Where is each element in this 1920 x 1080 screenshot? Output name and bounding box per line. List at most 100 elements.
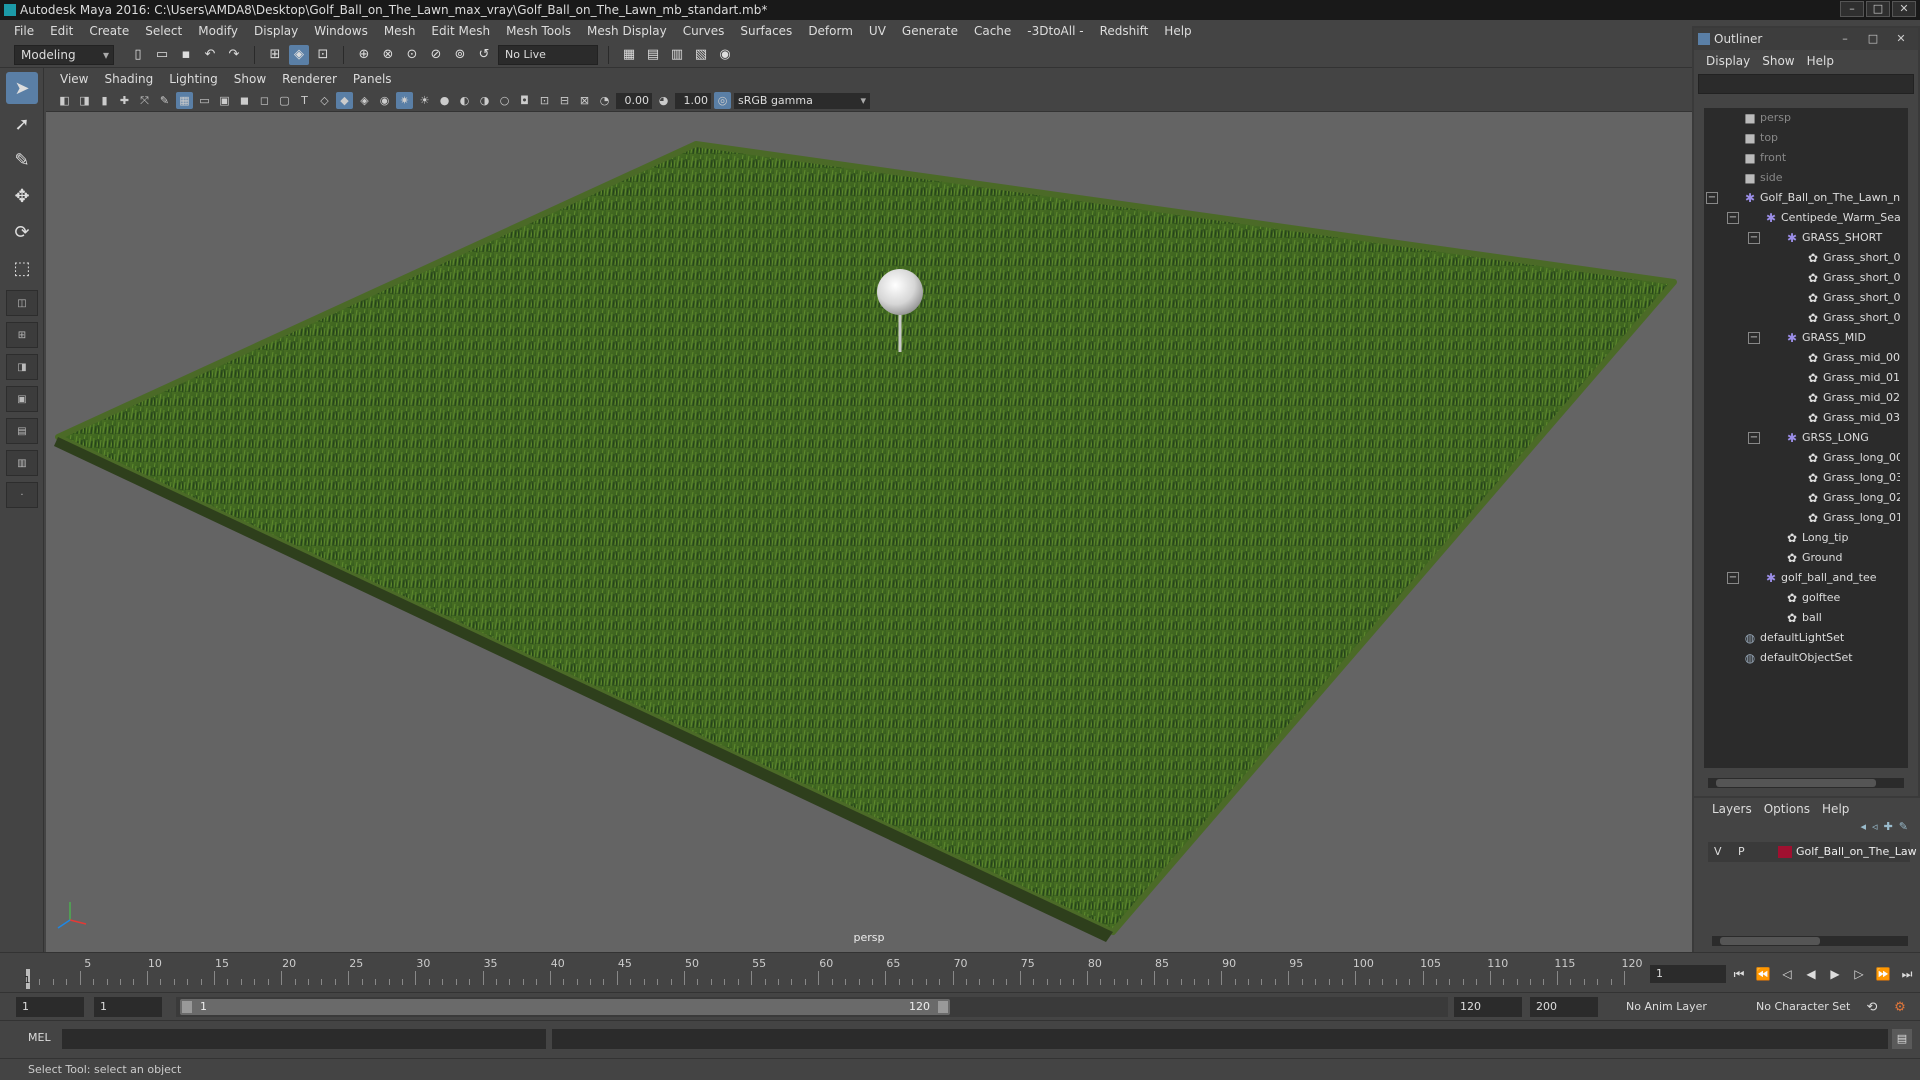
expand-collapse-icon[interactable]: − (1706, 192, 1718, 204)
side-by-side-layout-icon[interactable]: ◨ (6, 354, 38, 380)
menu-create[interactable]: Create (81, 24, 137, 38)
outliner-item[interactable]: ✿ Grass_long_00 (1704, 448, 1908, 468)
menu-cache[interactable]: Cache (966, 24, 1019, 38)
menu-edit-mesh[interactable]: Edit Mesh (423, 24, 498, 38)
menu-mesh[interactable]: Mesh (376, 24, 424, 38)
panel-menu-shading[interactable]: Shading (96, 72, 161, 86)
step-forward-frame-icon[interactable]: ▷ (1848, 965, 1870, 983)
menu-curves[interactable]: Curves (675, 24, 733, 38)
menu-uv[interactable]: UV (861, 24, 894, 38)
outliner-item[interactable]: ✿ Long_tip (1704, 528, 1908, 548)
outliner-item[interactable]: ✿ Grass_mid_00 (1704, 348, 1908, 368)
layer-menu-layers[interactable]: Layers (1706, 802, 1758, 816)
paint-select-tool-icon[interactable]: ✎ (6, 144, 38, 176)
minimize-button[interactable]: – (1840, 1, 1864, 17)
gamma-field[interactable]: 1.00 (675, 92, 711, 109)
new-layer-icon[interactable]: ✚ (1884, 820, 1893, 838)
mel-language-label[interactable]: MEL (28, 1031, 51, 1044)
outliner-item[interactable]: ✿ Grass_mid_02 (1704, 388, 1908, 408)
range-slider-track[interactable]: 1 120 (176, 997, 1448, 1017)
single-pane-layout-icon[interactable]: ◫ (6, 290, 38, 316)
graph-layout-icon[interactable]: ▤ (6, 418, 38, 444)
outliner-item[interactable]: ■ persp (1704, 108, 1908, 128)
field-chart-icon[interactable]: ◻ (256, 92, 273, 109)
outliner-item[interactable]: − ✱ golf_ball_and_tee (1704, 568, 1908, 588)
layer-row[interactable]: V P Golf_Ball_on_The_Law (1708, 842, 1917, 862)
menu-mesh-tools[interactable]: Mesh Tools (498, 24, 579, 38)
anim-layer-select[interactable]: No Anim Layer (1620, 997, 1740, 1017)
hypershade-layout-icon[interactable]: ▥ (6, 450, 38, 476)
outliner-minimize-button[interactable]: – (1832, 31, 1858, 47)
make-live-icon[interactable]: ⊚ (450, 45, 470, 65)
render-settings-icon[interactable]: ▥ (667, 45, 687, 65)
safe-title-icon[interactable]: T (296, 92, 313, 109)
exposure-icon[interactable]: ◔ (596, 92, 613, 109)
outliner-item[interactable]: ✿ golftee (1704, 588, 1908, 608)
grid-icon[interactable]: ▦ (176, 92, 193, 109)
render-view-icon[interactable]: ◉ (715, 45, 735, 65)
playback-start-field[interactable]: 1 (94, 997, 162, 1017)
outliner-item[interactable]: ■ front (1704, 148, 1908, 168)
outliner-item[interactable]: − ✱ GRASS_SHORT (1704, 228, 1908, 248)
maximize-button[interactable]: □ (1866, 1, 1890, 17)
animation-preferences-icon[interactable]: ⚙ (1890, 997, 1910, 1017)
panel-menu-view[interactable]: View (52, 72, 96, 86)
panel-menu-panels[interactable]: Panels (345, 72, 400, 86)
menu-file[interactable]: File (6, 24, 42, 38)
outliner-item[interactable]: − ✱ GRASS_MID (1704, 328, 1908, 348)
safe-action-icon[interactable]: ▢ (276, 92, 293, 109)
image-plane-icon[interactable]: ✚ (116, 92, 133, 109)
outliner-item[interactable]: ■ side (1704, 168, 1908, 188)
layer-menu-options[interactable]: Options (1758, 802, 1816, 816)
layer-menu-help[interactable]: Help (1816, 802, 1855, 816)
redo-icon[interactable]: ↷ (224, 45, 244, 65)
ipr-render-icon[interactable]: ▤ (643, 45, 663, 65)
panel-menu-lighting[interactable]: Lighting (161, 72, 226, 86)
motion-blur-icon[interactable]: ◐ (456, 92, 473, 109)
current-frame-field[interactable]: 1 (1650, 965, 1726, 983)
wireframe-icon[interactable]: ◇ (316, 92, 333, 109)
smooth-shade-icon[interactable]: ◆ (336, 92, 353, 109)
expand-collapse-icon[interactable]: − (1727, 572, 1739, 584)
outliner-search-field[interactable] (1698, 74, 1914, 94)
outliner-item[interactable]: ✿ Grass_short_0 (1704, 288, 1908, 308)
close-button[interactable]: ✕ (1892, 1, 1916, 17)
time-slider[interactable]: 5 10 15 20 25 30 35 40 45 50 55 60 65 70 75 80 85 90 95 100… (0, 952, 1920, 992)
outliner-item[interactable]: ✿ Ground (1704, 548, 1908, 568)
lasso-tool-icon[interactable]: ➚ (6, 108, 38, 140)
menu-edit[interactable]: Edit (42, 24, 81, 38)
go-to-end-icon[interactable]: ⏭ (1896, 965, 1918, 983)
scale-tool-icon[interactable]: ⬚ (6, 252, 38, 284)
outliner-item[interactable]: ✿ Grass_short_0 (1704, 248, 1908, 268)
outliner-item[interactable]: ✿ Grass_short_0 (1704, 308, 1908, 328)
outliner-item[interactable]: − ✱ Golf_Ball_on_The_Lawn_n (1704, 188, 1908, 208)
snap-to-view-plane-icon[interactable]: ⊘ (426, 45, 446, 65)
outliner-item[interactable]: − ✱ Centipede_Warm_Sea (1704, 208, 1908, 228)
mel-command-input[interactable] (62, 1029, 546, 1049)
hypershade-icon[interactable]: ▧ (691, 45, 711, 65)
undo-icon[interactable]: ↶ (200, 45, 220, 65)
outliner-menu-help[interactable]: Help (1801, 54, 1840, 68)
range-slider[interactable]: 1 120 (180, 999, 950, 1015)
textured-icon[interactable]: ◉ (376, 92, 393, 109)
menu-surfaces[interactable]: Surfaces (732, 24, 800, 38)
step-back-frame-icon[interactable]: ◁ (1776, 965, 1798, 983)
grease-pencil-icon[interactable]: ✎ (156, 92, 173, 109)
menu-windows[interactable]: Windows (306, 24, 376, 38)
range-end-handle[interactable] (938, 1001, 948, 1013)
outliner-vertical-scrollbar[interactable] (1900, 112, 1908, 752)
outliner-item[interactable]: ✿ Grass_mid_03 (1704, 408, 1908, 428)
two-d-pan-zoom-icon[interactable]: ⤧ (136, 92, 153, 109)
shadows-icon[interactable]: ☀ (416, 92, 433, 109)
panel-menu-renderer[interactable]: Renderer (274, 72, 345, 86)
outliner-item[interactable]: ✿ ball (1704, 608, 1908, 628)
four-pane-layout-icon[interactable]: ⊞ (6, 322, 38, 348)
outliner-close-button[interactable]: ✕ (1888, 31, 1914, 47)
outliner-item[interactable]: ✿ Grass_long_03 (1704, 468, 1908, 488)
menu-redshift[interactable]: Redshift (1092, 24, 1157, 38)
anti-aliasing-icon[interactable]: ◑ (476, 92, 493, 109)
move-layer-down-icon[interactable]: ◃ (1872, 820, 1878, 838)
go-to-start-icon[interactable]: ⏮ (1728, 965, 1750, 983)
render-current-frame-icon[interactable]: ▦ (619, 45, 639, 65)
outliner-horizontal-scrollbar[interactable] (1708, 778, 1904, 788)
